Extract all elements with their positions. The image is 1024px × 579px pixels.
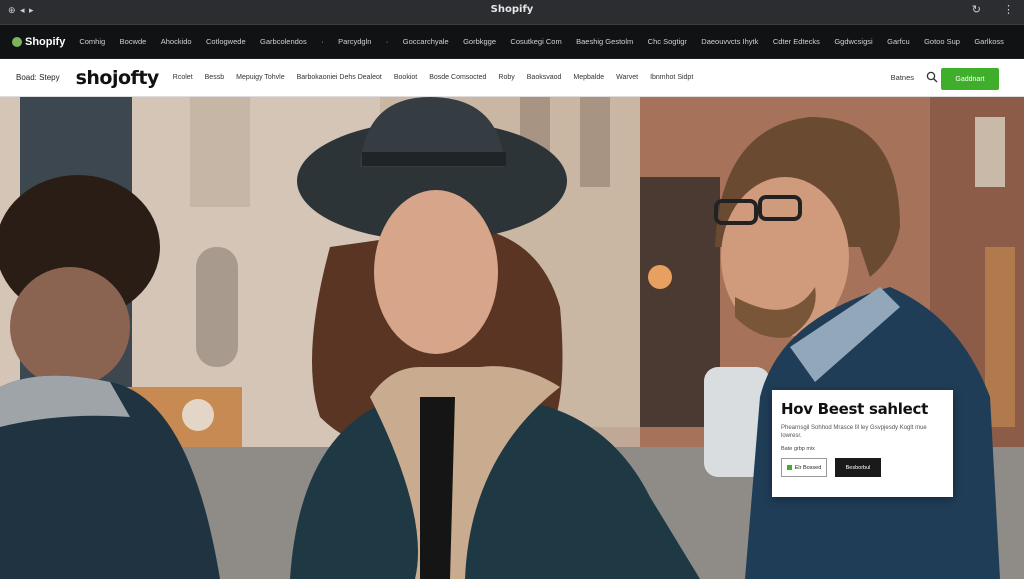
admin-nav-item[interactable]: Garfcu: [887, 37, 910, 46]
store-name-label: Boad: Stepy: [16, 73, 60, 82]
store-menu-item[interactable]: Rcolet: [173, 74, 193, 81]
hero-photo: [0, 97, 1024, 579]
product-actions: Elr Bossed Besborbul: [781, 458, 944, 477]
store-menu-item[interactable]: Baoksvaod: [527, 74, 562, 81]
admin-nav-item[interactable]: Parcydgln: [338, 37, 371, 46]
browser-titlebar: ⊕ ◂ ▸ Shopify ↻ ⋮: [0, 0, 1024, 24]
admin-nav-item[interactable]: Cdter Edtecks: [773, 37, 820, 46]
admin-nav-item[interactable]: Ggdwcsigsi: [834, 37, 872, 46]
admin-nav-item[interactable]: Ahockido: [161, 37, 192, 46]
admin-nav-item[interactable]: Goccarchyale: [403, 37, 449, 46]
store-menu-item[interactable]: Mepbalde: [573, 74, 604, 81]
store-menu-item[interactable]: Bosde Comsocted: [429, 74, 486, 81]
store-menu-item[interactable]: Ibnmhot Sidpt: [650, 74, 693, 81]
product-price-note: Bate grbp mix: [781, 446, 815, 452]
admin-nav-item[interactable]: Comhig: [79, 37, 105, 46]
store-menu: Rcolet Bessb Mepuigy Tohvle Barbokaoniei…: [173, 74, 693, 81]
admin-brand-label: Shopify: [25, 35, 66, 48]
hero-banner: Hov Beest sahlect Phearnsgil Sohhod Mras…: [0, 97, 1024, 579]
product-description: Phearnsgil Sohhod Mrasce Ill ley Gsvpjes…: [781, 425, 927, 439]
store-menu-item[interactable]: Barbokaoniei Dehs Dealeot: [297, 74, 382, 81]
admin-nav-item[interactable]: Baeshig Gestolm: [576, 37, 633, 46]
window-title: Shopify: [490, 4, 534, 15]
search-icon[interactable]: [926, 71, 938, 83]
header-cta-button[interactable]: Gaddnart: [941, 68, 999, 90]
store-header: Boad: Stepy shojofty Rcolet Bessb Mepuig…: [0, 59, 1024, 97]
admin-nav-item[interactable]: Garlkoss: [974, 37, 1004, 46]
admin-nav-separator: ·: [321, 37, 324, 46]
store-menu-item[interactable]: Roby: [498, 74, 514, 81]
store-menu-item[interactable]: Bessb: [205, 74, 224, 81]
reload-icon[interactable]: ↻: [972, 3, 981, 16]
admin-brand[interactable]: Shopify: [12, 36, 65, 48]
admin-nav-item[interactable]: Cotlogwede: [206, 37, 246, 46]
admin-nav-item[interactable]: Chc Sogtigr: [648, 37, 687, 46]
admin-nav-item[interactable]: Bocwde: [120, 37, 147, 46]
shopify-bag-icon: [12, 36, 22, 47]
buy-now-button[interactable]: Besborbul: [835, 458, 881, 477]
admin-nav-separator: ·: [385, 37, 389, 46]
product-card: Hov Beest sahlect Phearnsgil Sohhod Mras…: [772, 390, 953, 497]
add-to-cart-button[interactable]: Elr Bossed: [781, 458, 827, 477]
admin-nav: Comhig Bocwde Ahockido Cotlogwede Garbco…: [79, 37, 1024, 46]
account-link[interactable]: Batnes: [891, 73, 914, 82]
admin-nav-bar: Shopify Comhig Bocwde Ahockido Cotlogwed…: [0, 24, 1024, 58]
product-title: Hov Beest sahlect: [781, 400, 928, 418]
admin-nav-item[interactable]: Garbcolendos: [260, 37, 307, 46]
store-menu-item[interactable]: Bookiot: [394, 74, 417, 81]
admin-nav-item[interactable]: Daeouvvcts Ihytk: [701, 37, 758, 46]
admin-nav-item[interactable]: Cosutkegi Com: [510, 37, 561, 46]
store-menu-item[interactable]: Mepuigy Tohvle: [236, 74, 285, 81]
admin-nav-item[interactable]: Gorbkgge: [463, 37, 496, 46]
store-logo[interactable]: shojofty: [76, 67, 160, 89]
more-menu-icon[interactable]: ⋮: [1003, 3, 1014, 16]
add-to-cart-label: Elr Bossed: [794, 464, 822, 471]
admin-nav-item[interactable]: Gotoo Sup: [924, 37, 960, 46]
cart-icon: [786, 465, 792, 470]
store-menu-item[interactable]: Warvet: [616, 74, 638, 81]
